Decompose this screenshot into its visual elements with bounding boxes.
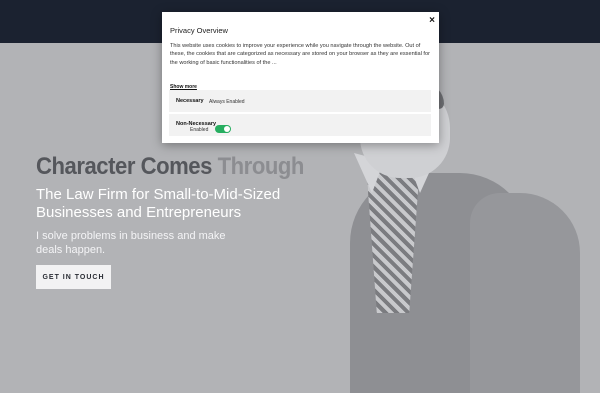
close-icon[interactable]: ×	[426, 14, 438, 28]
hero-headline-fade: Through	[217, 153, 305, 180]
cookie-category-non-necessary[interactable]: Non-Necessary Enabled	[169, 114, 431, 136]
hero-subhead: The Law Firm for Small-to-Mid-Sized Busi…	[36, 186, 281, 221]
hero-headline-main: Character Comes	[36, 153, 218, 180]
get-in-touch-button[interactable]: GET IN TOUCH	[36, 265, 111, 289]
cookie-category-necessary[interactable]: Necessary Always Enabled	[169, 90, 431, 112]
privacy-overview-modal: Privacy Overview × This website uses coo…	[162, 12, 439, 143]
modal-title: Privacy Overview	[170, 26, 228, 35]
bottom-strip	[0, 393, 600, 400]
category-status: Enabled	[190, 127, 209, 133]
category-status: Always Enabled	[209, 98, 245, 105]
modal-body-text: This website uses cookies to improve you…	[170, 43, 430, 66]
toggle-knob	[224, 126, 230, 132]
hero-tagline: I solve problems in business and make de…	[36, 230, 226, 256]
portrait-suit-shoulder	[470, 193, 580, 393]
non-necessary-toggle[interactable]	[215, 125, 231, 133]
hero-headline: Character Comes Through	[36, 153, 304, 181]
category-name: Necessary	[176, 98, 204, 104]
